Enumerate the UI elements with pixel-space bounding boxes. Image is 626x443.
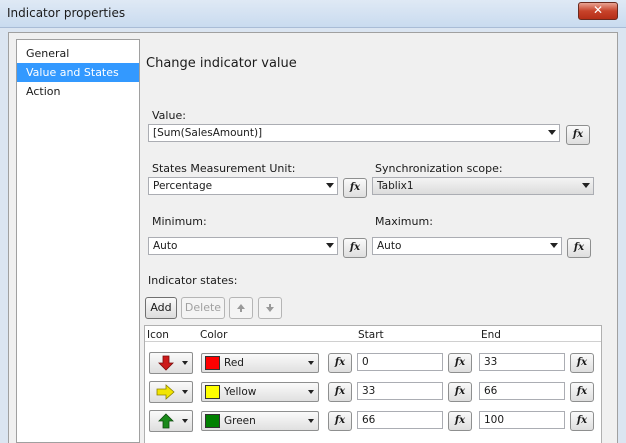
icon-picker-row-3[interactable]	[149, 410, 193, 432]
color-swatch	[205, 356, 220, 370]
yellow-right-arrow-icon	[156, 384, 175, 400]
column-header-color: Color	[200, 329, 228, 341]
column-header-icon: Icon	[147, 329, 169, 341]
arrow-up-icon	[237, 304, 245, 312]
title-bar: Indicator properties ✕	[0, 0, 626, 28]
move-up-button[interactable]	[229, 297, 253, 319]
color-name: Green	[224, 415, 256, 427]
chevron-down-icon	[582, 183, 590, 188]
icon-picker-row-2[interactable]	[149, 381, 193, 403]
end-field-row-1[interactable]: 33	[479, 353, 565, 371]
maximum-text: Auto	[377, 240, 402, 252]
icon-picker-row-1[interactable]	[149, 352, 193, 374]
color-picker-row-1[interactable]: Red	[201, 353, 319, 373]
color-swatch	[205, 385, 220, 399]
red-down-arrow-icon	[158, 355, 174, 371]
start-field-row-2[interactable]: 33	[357, 382, 443, 400]
nav-item-value-and-states[interactable]: Value and States	[17, 63, 139, 82]
chevron-down-icon	[182, 390, 188, 394]
header-divider	[145, 341, 601, 342]
end-fx-button-row-2[interactable]: fx	[570, 382, 594, 402]
color-name: Red	[224, 357, 244, 369]
end-field-row-2[interactable]: 66	[479, 382, 565, 400]
chevron-down-icon	[550, 243, 558, 248]
start-fx-button-row-1[interactable]: fx	[448, 353, 472, 373]
chevron-down-icon	[326, 183, 334, 188]
chevron-down-icon	[308, 419, 314, 423]
window-frame: General Value and States Action Change i…	[0, 28, 626, 443]
maximum-label: Maximum:	[375, 215, 433, 228]
color-name: Yellow	[224, 386, 257, 398]
end-fx-button-row-3[interactable]: fx	[570, 411, 594, 431]
end-fx-button-row-1[interactable]: fx	[570, 353, 594, 373]
color-swatch	[205, 414, 220, 428]
delete-state-button[interactable]: Delete	[181, 297, 225, 319]
chevron-down-icon	[548, 130, 556, 135]
indicator-states-label: Indicator states:	[148, 274, 238, 287]
nav-item-general[interactable]: General	[17, 44, 139, 63]
sync-scope-text: Tablix1	[377, 180, 414, 192]
add-state-button[interactable]: Add	[145, 297, 177, 319]
value-combo[interactable]: [Sum(SalesAmount)]	[148, 124, 560, 142]
start-fx-button-row-2[interactable]: fx	[448, 382, 472, 402]
chevron-down-icon	[182, 361, 188, 365]
start-fx-button-row-3[interactable]: fx	[448, 411, 472, 431]
start-field-row-3[interactable]: 66	[357, 411, 443, 429]
measurement-fx-button[interactable]: fx	[343, 178, 367, 198]
measurement-text: Percentage	[153, 180, 213, 192]
color-fx-button-row-3[interactable]: fx	[328, 411, 352, 431]
indicator-states-table: Icon Color Start End Red fx 0 fx 33 fx Y…	[144, 325, 602, 443]
arrow-down-icon	[266, 304, 274, 312]
column-header-start: Start	[358, 329, 384, 341]
dialog-body: General Value and States Action Change i…	[8, 32, 618, 443]
value-fx-button[interactable]: fx	[566, 125, 590, 145]
minimum-fx-button[interactable]: fx	[343, 238, 367, 258]
chevron-down-icon	[182, 419, 188, 423]
maximum-combo[interactable]: Auto	[372, 237, 562, 255]
close-button[interactable]: ✕	[578, 2, 618, 20]
minimum-combo[interactable]: Auto	[148, 237, 338, 255]
chevron-down-icon	[326, 243, 334, 248]
value-label: Value:	[152, 109, 186, 122]
sync-scope-combo[interactable]: Tablix1	[372, 177, 594, 195]
chevron-down-icon	[308, 361, 314, 365]
chevron-down-icon	[308, 390, 314, 394]
column-header-end: End	[481, 329, 501, 341]
measurement-label: States Measurement Unit:	[152, 162, 296, 175]
sync-scope-label: Synchronization scope:	[375, 162, 503, 175]
color-picker-row-2[interactable]: Yellow	[201, 382, 319, 402]
color-fx-button-row-2[interactable]: fx	[328, 382, 352, 402]
move-down-button[interactable]	[258, 297, 282, 319]
value-text: [Sum(SalesAmount)]	[153, 127, 263, 139]
minimum-text: Auto	[153, 240, 178, 252]
minimum-label: Minimum:	[152, 215, 207, 228]
page-heading: Change indicator value	[146, 56, 297, 71]
color-fx-button-row-1[interactable]: fx	[328, 353, 352, 373]
nav-item-action[interactable]: Action	[17, 82, 139, 101]
nav-list: General Value and States Action	[16, 39, 140, 443]
measurement-combo[interactable]: Percentage	[148, 177, 338, 195]
end-field-row-3[interactable]: 100	[479, 411, 565, 429]
start-field-row-1[interactable]: 0	[357, 353, 443, 371]
window-title: Indicator properties	[7, 6, 126, 20]
green-up-arrow-icon	[158, 413, 174, 429]
color-picker-row-3[interactable]: Green	[201, 411, 319, 431]
maximum-fx-button[interactable]: fx	[567, 238, 591, 258]
